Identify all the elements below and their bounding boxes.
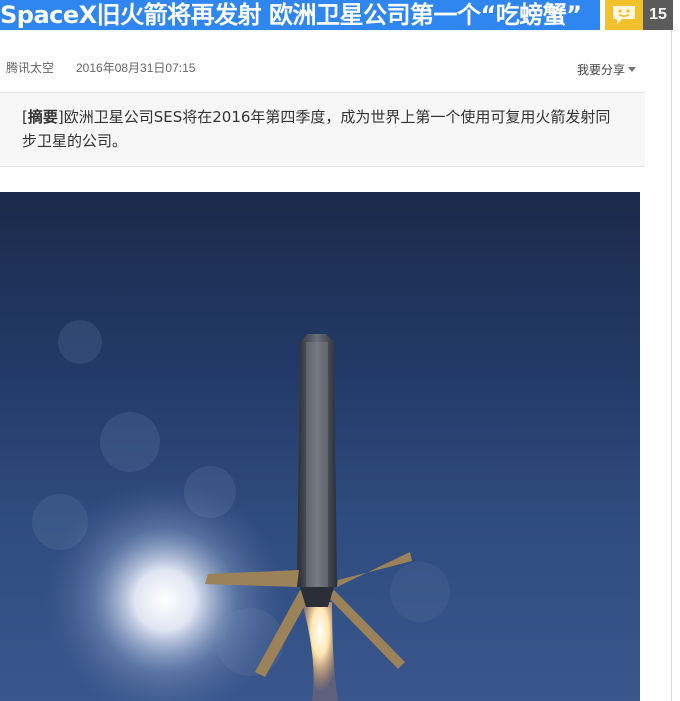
summary-text: 欧洲卫星公司SES将在2016年第四季度，成为世界上第一个使用可复用火箭发射同步…: [22, 108, 611, 150]
article-timestamp: 2016年08月31日07:15: [76, 61, 196, 75]
comment-count-badge[interactable]: 15: [605, 0, 673, 30]
share-label: 我要分享: [576, 63, 625, 77]
article-meta: 腾讯太空 2016年08月31日07:15 我要分享: [0, 58, 640, 78]
summary-text-block: [摘要]欧洲卫星公司SES将在2016年第四季度，成为世界上第一个使用可复用火箭…: [22, 108, 611, 150]
share-button[interactable]: 我要分享: [577, 61, 636, 78]
article-source: 腾讯太空: [6, 61, 55, 75]
page-divider: [671, 30, 672, 701]
comment-count[interactable]: 15: [643, 0, 673, 30]
article-summary: [摘要]欧洲卫星公司SES将在2016年第四季度，成为世界上第一个使用可复用火箭…: [0, 93, 645, 167]
rocket-landing-photo: [0, 192, 640, 701]
summary-label: 摘要: [27, 108, 58, 126]
article-title: SpaceX旧火箭将再发射 欧洲卫星公司第一个“吃螃蟹”: [0, 0, 600, 30]
caret-down-icon: [628, 67, 636, 72]
comment-icon[interactable]: [605, 0, 643, 30]
